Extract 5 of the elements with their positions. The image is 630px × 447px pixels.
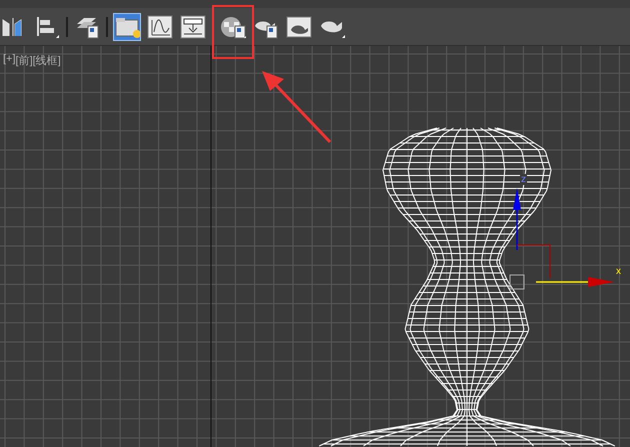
axis-label: x [616,266,621,277]
axis-label: z [520,174,527,185]
viewport-label[interactable]: [前] [16,53,33,68]
viewport-label[interactable]: [线框] [32,53,61,68]
viewport-label[interactable]: [+] [3,53,16,68]
